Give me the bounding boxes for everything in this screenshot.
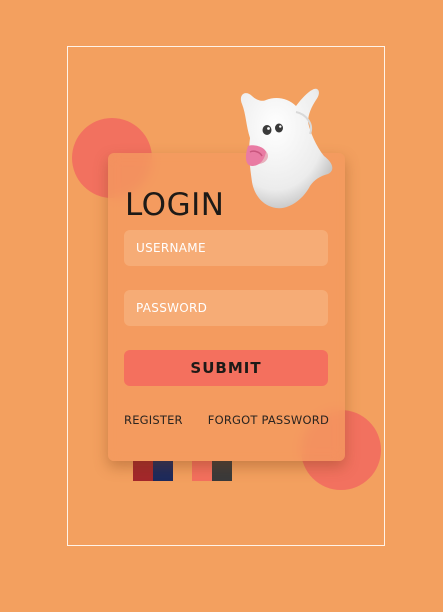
swatch-dark-red: [133, 461, 153, 481]
forgot-password-link[interactable]: FORGOT PASSWORD: [208, 413, 329, 427]
swatch-charcoal: [212, 461, 232, 481]
swatch-navy: [153, 461, 173, 481]
color-swatch-group-1: [133, 461, 173, 481]
password-input[interactable]: [124, 290, 328, 326]
register-link[interactable]: REGISTER: [124, 413, 183, 427]
swatch-coral: [192, 461, 212, 481]
login-title: LOGIN: [125, 187, 225, 223]
ghost-icon: [240, 88, 333, 209]
color-swatch-group-2: [192, 461, 232, 481]
submit-button[interactable]: SUBMIT: [124, 350, 328, 386]
username-input[interactable]: [124, 230, 328, 266]
